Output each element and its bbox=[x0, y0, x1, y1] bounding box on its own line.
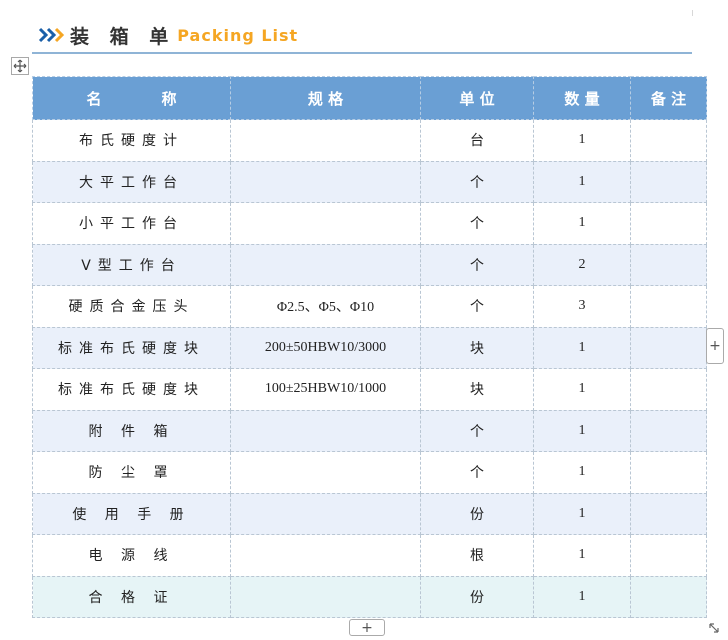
title-english: Packing List bbox=[177, 25, 299, 45]
cell-spec[interactable] bbox=[230, 534, 421, 577]
table-row: 小平工作台 个 1 bbox=[32, 202, 707, 245]
cell-note[interactable] bbox=[630, 202, 707, 245]
cell-spec[interactable] bbox=[230, 409, 421, 452]
table-row: V型工作台 个 2 bbox=[32, 243, 707, 286]
cell-unit[interactable]: 块 bbox=[420, 326, 534, 369]
cell-spec[interactable] bbox=[230, 119, 421, 162]
header-divider bbox=[32, 52, 692, 54]
move-handle-icon bbox=[13, 59, 27, 73]
table-row: 大平工作台 个 1 bbox=[32, 160, 707, 203]
table-row: 使 用 手 册 份 1 bbox=[32, 492, 707, 535]
cell-note[interactable] bbox=[630, 409, 707, 452]
column-header-unit[interactable]: 单 位 bbox=[420, 76, 534, 120]
table-row: 标准布氏硬度块 200±50HBW10/3000 块 1 bbox=[32, 326, 707, 369]
cell-unit[interactable]: 个 bbox=[420, 243, 534, 286]
cell-note[interactable] bbox=[630, 492, 707, 535]
cell-qty[interactable]: 1 bbox=[533, 368, 631, 411]
triple-chevron-right-icon bbox=[38, 27, 65, 43]
cell-note[interactable] bbox=[630, 160, 707, 203]
table-row: 合 格 证 份 1 bbox=[32, 575, 707, 618]
cell-name[interactable]: 使 用 手 册 bbox=[32, 492, 231, 535]
cell-qty[interactable]: 1 bbox=[533, 160, 631, 203]
column-header-note[interactable]: 备 注 bbox=[630, 76, 707, 120]
cell-name[interactable]: 布氏硬度计 bbox=[32, 119, 231, 162]
cell-unit[interactable]: 个 bbox=[420, 285, 534, 328]
table-move-handle[interactable] bbox=[11, 57, 29, 75]
cell-name[interactable]: 硬质合金压头 bbox=[32, 285, 231, 328]
cell-note[interactable] bbox=[630, 119, 707, 162]
cell-unit[interactable]: 份 bbox=[420, 575, 534, 618]
document-header: 装 箱 单 Packing List bbox=[38, 22, 298, 48]
cell-qty[interactable]: 1 bbox=[533, 119, 631, 162]
cell-qty[interactable]: 1 bbox=[533, 326, 631, 369]
cell-spec[interactable]: 100±25HBW10/1000 bbox=[230, 368, 421, 411]
cell-qty[interactable]: 1 bbox=[533, 534, 631, 577]
cell-name[interactable]: 小平工作台 bbox=[32, 202, 231, 245]
cell-name[interactable]: 大平工作台 bbox=[32, 160, 231, 203]
column-header-name[interactable]: 名 称 bbox=[32, 76, 231, 120]
column-header-spec[interactable]: 规 格 bbox=[230, 76, 421, 120]
cell-spec[interactable] bbox=[230, 202, 421, 245]
cell-unit[interactable]: 个 bbox=[420, 202, 534, 245]
cell-note[interactable] bbox=[630, 243, 707, 286]
cell-unit[interactable]: 台 bbox=[420, 119, 534, 162]
title-chinese: 装 箱 单 bbox=[70, 25, 176, 48]
cell-note[interactable] bbox=[630, 326, 707, 369]
resize-diagonal-icon bbox=[709, 623, 719, 633]
cell-qty[interactable]: 1 bbox=[533, 202, 631, 245]
cell-qty[interactable]: 2 bbox=[533, 243, 631, 286]
cell-spec[interactable] bbox=[230, 160, 421, 203]
cell-qty[interactable]: 3 bbox=[533, 285, 631, 328]
page-corner-mark bbox=[692, 10, 693, 16]
cell-name[interactable]: 防 尘 罩 bbox=[32, 451, 231, 494]
cell-name[interactable]: 附 件 箱 bbox=[32, 409, 231, 452]
table-row: 附 件 箱 个 1 bbox=[32, 409, 707, 452]
cell-unit[interactable]: 个 bbox=[420, 160, 534, 203]
cell-name[interactable]: 标准布氏硬度块 bbox=[32, 326, 231, 369]
cell-note[interactable] bbox=[630, 285, 707, 328]
table-header-row: 名 称 规 格 单 位 数 量 备 注 bbox=[32, 76, 707, 120]
cell-unit[interactable]: 个 bbox=[420, 451, 534, 494]
cell-qty[interactable]: 1 bbox=[533, 492, 631, 535]
table-resize-handle[interactable] bbox=[706, 620, 722, 636]
cell-name[interactable]: 标准布氏硬度块 bbox=[32, 368, 231, 411]
cell-spec[interactable]: 200±50HBW10/3000 bbox=[230, 326, 421, 369]
table-row: 电 源 线 根 1 bbox=[32, 534, 707, 577]
column-header-qty[interactable]: 数 量 bbox=[533, 76, 631, 120]
cell-spec[interactable] bbox=[230, 451, 421, 494]
cell-spec[interactable] bbox=[230, 575, 421, 618]
cell-qty[interactable]: 1 bbox=[533, 575, 631, 618]
packing-list-table: 名 称 规 格 单 位 数 量 备 注 布氏硬度计 台 1 大平工作台 个 1 … bbox=[32, 76, 707, 618]
add-row-button[interactable]: + bbox=[349, 619, 385, 636]
cell-name[interactable]: V型工作台 bbox=[32, 243, 231, 286]
add-column-button[interactable]: + bbox=[706, 328, 724, 364]
table-row: 硬质合金压头 Φ2.5、Φ5、Φ10 个 3 bbox=[32, 285, 707, 328]
cell-spec[interactable]: Φ2.5、Φ5、Φ10 bbox=[230, 285, 421, 328]
cell-name[interactable]: 电 源 线 bbox=[32, 534, 231, 577]
cell-unit[interactable]: 份 bbox=[420, 492, 534, 535]
cell-spec[interactable] bbox=[230, 492, 421, 535]
table-row: 标准布氏硬度块 100±25HBW10/1000 块 1 bbox=[32, 368, 707, 411]
plus-icon: + bbox=[361, 619, 373, 636]
cell-unit[interactable]: 个 bbox=[420, 409, 534, 452]
cell-unit[interactable]: 块 bbox=[420, 368, 534, 411]
cell-note[interactable] bbox=[630, 534, 707, 577]
cell-note[interactable] bbox=[630, 368, 707, 411]
cell-note[interactable] bbox=[630, 451, 707, 494]
cell-qty[interactable]: 1 bbox=[533, 409, 631, 452]
cell-name[interactable]: 合 格 证 bbox=[32, 575, 231, 618]
cell-unit[interactable]: 根 bbox=[420, 534, 534, 577]
table-row: 布氏硬度计 台 1 bbox=[32, 119, 707, 162]
plus-icon: + bbox=[709, 338, 721, 354]
table-row: 防 尘 罩 个 1 bbox=[32, 451, 707, 494]
cell-note[interactable] bbox=[630, 575, 707, 618]
cell-spec[interactable] bbox=[230, 243, 421, 286]
cell-qty[interactable]: 1 bbox=[533, 451, 631, 494]
